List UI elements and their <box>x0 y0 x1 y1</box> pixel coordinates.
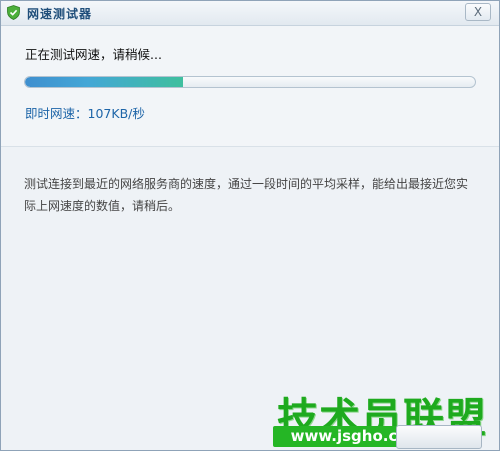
status-message: 正在测试网速，请稍候... <box>25 47 162 62</box>
description-text: 测试连接到最近的网络服务商的速度，通过一段时间的平均采样，能给出最接近您实际上网… <box>24 177 469 213</box>
action-button[interactable] <box>396 425 482 449</box>
window-title: 网速测试器 <box>27 7 93 21</box>
progress-bar <box>24 76 476 88</box>
speed-value: 107KB/秒 <box>87 106 145 121</box>
shield-icon <box>6 5 21 20</box>
status-panel: 正在测试网速，请稍候... 即时网速：107KB/秒 <box>1 26 499 147</box>
speed-test-window: 网速测试器 X 正在测试网速，请稍候... 即时网速：107KB/秒 测试连接到… <box>0 0 500 451</box>
title-bar[interactable]: 网速测试器 X <box>1 1 499 26</box>
progress-fill <box>25 77 183 87</box>
speed-label: 即时网速： <box>25 106 88 121</box>
close-icon: X <box>473 5 483 19</box>
speed-readout: 即时网速：107KB/秒 <box>25 103 145 122</box>
close-button[interactable]: X <box>465 3 491 21</box>
